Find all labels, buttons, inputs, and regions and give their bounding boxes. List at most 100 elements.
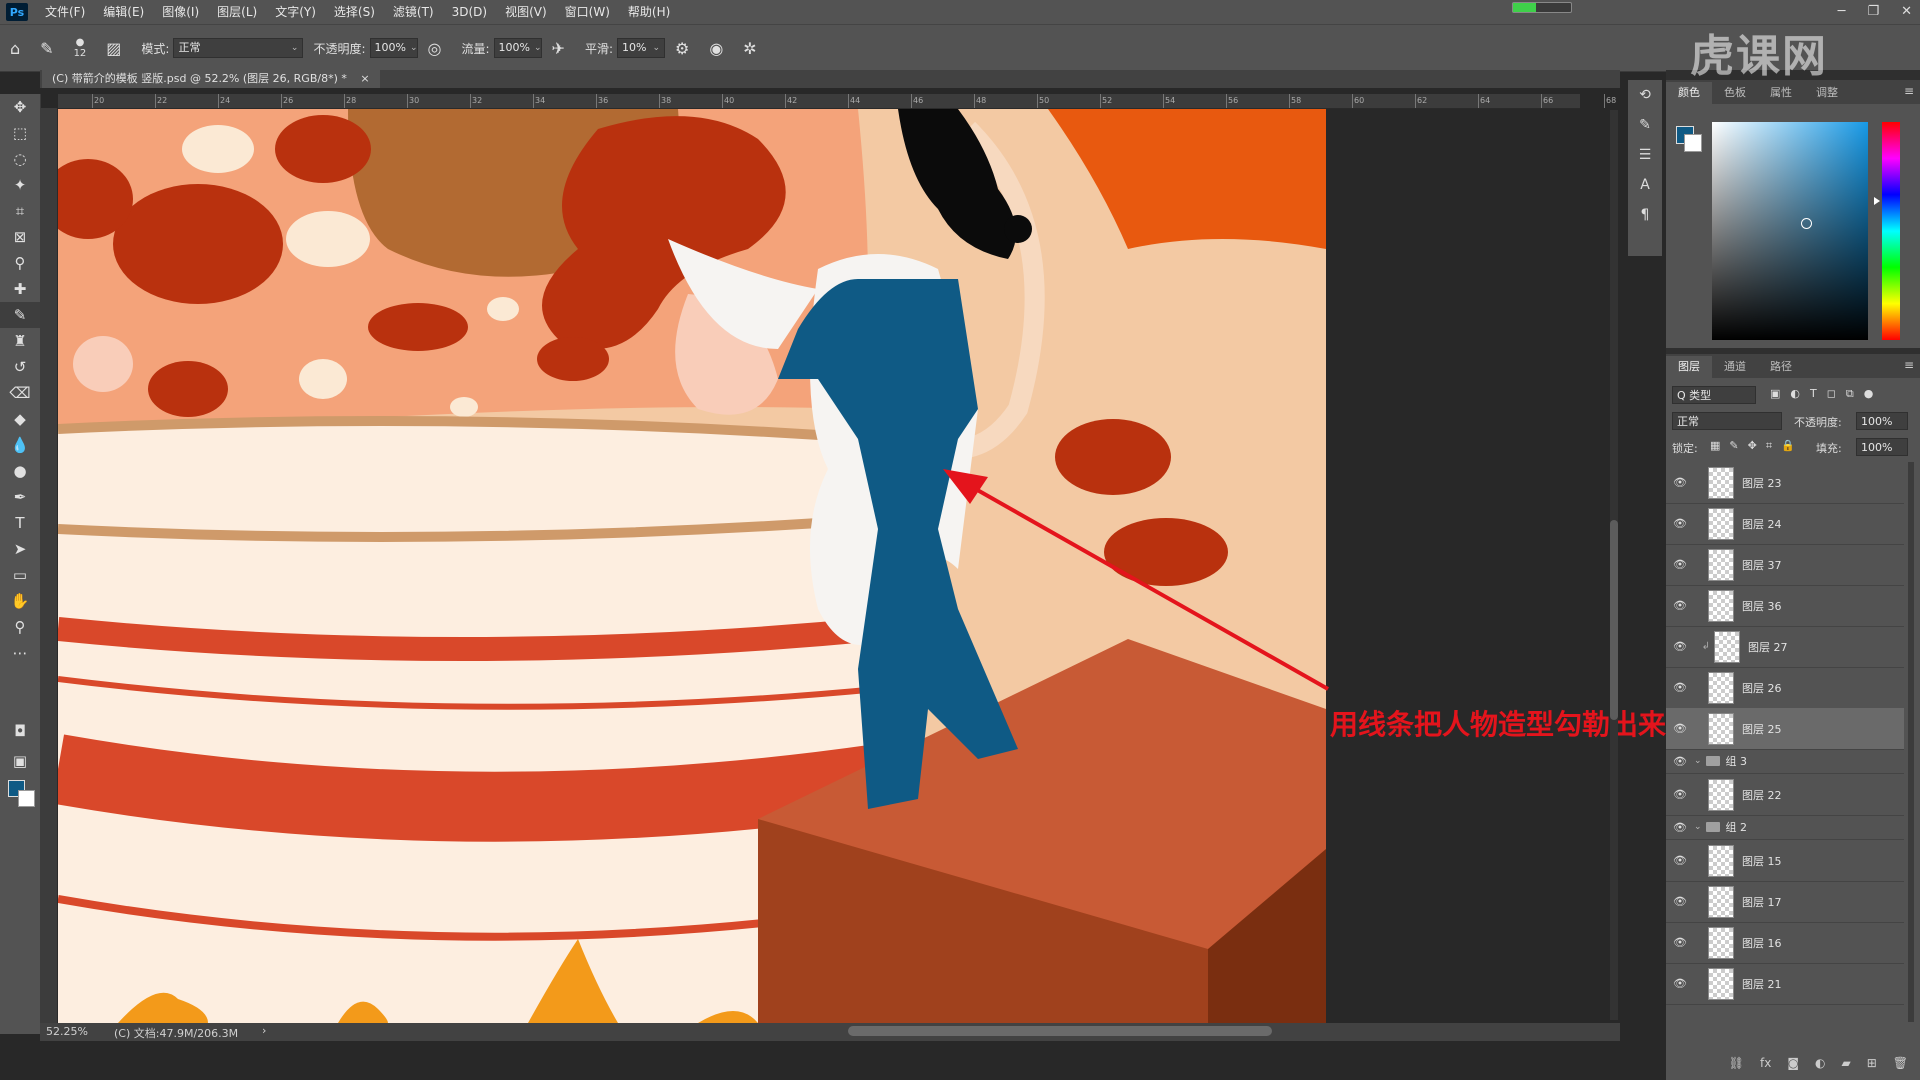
eye-icon[interactable]: 👁 — [1666, 936, 1694, 949]
menu-view[interactable]: 视图(V) — [496, 0, 556, 24]
menu-filter[interactable]: 滤镜(T) — [384, 0, 443, 24]
panel-menu-icon[interactable]: ≡ — [1904, 84, 1914, 98]
gear-icon[interactable]: ⚙ — [675, 39, 689, 58]
new-layer-icon[interactable]: ⊞ — [1867, 1056, 1877, 1070]
new-group-icon[interactable]: ▰ — [1841, 1056, 1850, 1070]
color-swatches[interactable] — [8, 780, 36, 810]
close-icon[interactable]: ✕ — [1901, 0, 1912, 24]
layer-row[interactable]: 👁 图层 37 — [1666, 544, 1904, 586]
opacity-input[interactable]: 100% ⌄ — [369, 38, 418, 58]
layer-row[interactable]: 👁 图层 15 — [1666, 840, 1904, 882]
menu-type[interactable]: 文字(Y) — [266, 0, 325, 24]
tab-properties[interactable]: 属性 — [1758, 82, 1804, 104]
frame-tool-icon[interactable]: ⊠ — [0, 224, 40, 250]
tab-color[interactable]: 颜色 — [1666, 82, 1712, 104]
layer-opacity-input[interactable]: 100% — [1856, 412, 1908, 430]
eye-icon[interactable]: 👁 — [1666, 476, 1694, 489]
eye-icon[interactable]: 👁 — [1666, 517, 1694, 530]
adjustment-layer-icon[interactable]: ◐ — [1815, 1056, 1825, 1070]
lasso-tool-icon[interactable]: ◌ — [0, 146, 40, 172]
lock-position-icon[interactable]: ✥ — [1748, 439, 1757, 453]
filter-smart-object-icon[interactable]: ⧉ — [1846, 387, 1854, 401]
pressure-opacity-icon[interactable]: ◎ — [428, 39, 442, 58]
vertical-scrollbar-thumb[interactable] — [1610, 520, 1618, 720]
eye-icon[interactable]: 👁 — [1666, 788, 1694, 801]
type-tool-icon[interactable]: T — [0, 510, 40, 536]
brush-preset-picker[interactable]: ● 12 — [74, 37, 87, 59]
artwork-canvas[interactable] — [58, 109, 1618, 1023]
tab-channels[interactable]: 通道 — [1712, 356, 1758, 378]
layer-row[interactable]: 👁 图层 22 — [1666, 774, 1904, 816]
layer-row-selected[interactable]: 👁 图层 25 — [1666, 708, 1904, 750]
restore-icon[interactable]: ❐ — [1867, 0, 1879, 24]
blend-mode-select[interactable]: 正常 ⌄ — [173, 38, 304, 58]
canvas-area[interactable] — [58, 109, 1618, 1023]
layer-row[interactable]: 👁 图层 26 — [1666, 667, 1904, 709]
brush-settings-panel-icon[interactable]: ✎ — [1628, 110, 1662, 140]
tab-adjustments[interactable]: 调整 — [1804, 82, 1850, 104]
marquee-tool-icon[interactable]: ⬚ — [0, 120, 40, 146]
paragraph-panel-icon[interactable]: ¶ — [1628, 200, 1662, 230]
layer-row[interactable]: 👁 图层 17 — [1666, 881, 1904, 923]
zoom-tool-icon[interactable]: ⚲ — [0, 614, 40, 640]
chevron-down-icon[interactable]: ⌄ — [1694, 822, 1702, 832]
eye-icon[interactable]: 👁 — [1666, 681, 1694, 694]
filter-adjustment-icon[interactable]: ◐ — [1790, 387, 1800, 401]
eye-icon[interactable]: 👁 — [1666, 640, 1694, 653]
hue-slider[interactable] — [1882, 122, 1900, 340]
menu-window[interactable]: 窗口(W) — [556, 0, 619, 24]
move-tool-icon[interactable]: ✥ — [0, 94, 40, 120]
lock-artboard-icon[interactable]: ⌗ — [1766, 439, 1772, 453]
magic-wand-icon[interactable]: ✦ — [0, 172, 40, 198]
layer-row[interactable]: 👁 ↲ 图层 27 — [1666, 626, 1904, 668]
healing-brush-icon[interactable]: ✚ — [0, 276, 40, 302]
hue-slider-marker[interactable] — [1874, 197, 1880, 205]
fill-input[interactable]: 100% — [1856, 438, 1908, 456]
layer-row[interactable]: 👁 图层 16 — [1666, 922, 1904, 964]
filter-toggle-icon[interactable]: ● — [1864, 387, 1874, 401]
brush-tool-icon[interactable]: ✎ — [0, 302, 40, 328]
quick-mask-icon[interactable]: ◘ — [0, 718, 40, 744]
more-tools-icon[interactable]: ⋯ — [0, 640, 40, 666]
history-panel-icon[interactable]: ⟲ — [1628, 80, 1662, 110]
link-layers-icon[interactable]: ⛓ — [1729, 1056, 1744, 1070]
zoom-level[interactable]: 52.25% — [46, 1025, 88, 1038]
airbrush-icon[interactable]: ✈ — [552, 39, 565, 58]
layer-row[interactable]: 👁 图层 23 — [1666, 462, 1904, 504]
filter-pixel-icon[interactable]: ▣ — [1770, 387, 1780, 401]
menu-layer[interactable]: 图层(L) — [208, 0, 266, 24]
document-info[interactable]: (C) 文档:47.9M/206.3M — [114, 1025, 238, 1041]
adjustments-panel-icon[interactable]: ☰ — [1628, 140, 1662, 170]
screen-mode-icon[interactable]: ▣ — [0, 748, 40, 774]
eyedropper-icon[interactable]: ⚲ — [0, 250, 40, 276]
path-select-icon[interactable]: ➤ — [0, 536, 40, 562]
chevron-down-icon[interactable]: ⌄ — [1694, 756, 1702, 766]
menu-edit[interactable]: 编辑(E) — [94, 0, 153, 24]
trash-icon[interactable]: 🗑 — [1893, 1056, 1908, 1070]
hand-tool-icon[interactable]: ✋ — [0, 588, 40, 614]
color-picker-field[interactable] — [1712, 122, 1868, 340]
layer-row[interactable]: 👁 图层 21 — [1666, 963, 1904, 1005]
lock-all-icon[interactable]: 🔒 — [1781, 439, 1795, 453]
add-mask-icon[interactable]: ◙ — [1787, 1056, 1799, 1070]
background-color[interactable] — [18, 790, 35, 807]
layer-row[interactable]: 👁 图层 24 — [1666, 503, 1904, 545]
minimize-icon[interactable]: ─ — [1838, 0, 1846, 24]
menu-file[interactable]: 文件(F) — [36, 0, 94, 24]
eye-icon[interactable]: 👁 — [1666, 722, 1694, 735]
filter-shape-icon[interactable]: ◻ — [1827, 387, 1836, 401]
lock-pixels-icon[interactable]: ✎ — [1729, 439, 1738, 453]
chevron-right-icon[interactable]: › — [262, 1024, 266, 1037]
shape-tool-icon[interactable]: ▭ — [0, 562, 40, 588]
brush-settings-icon[interactable]: ▨ — [106, 39, 121, 58]
stamp-tool-icon[interactable]: ♜ — [0, 328, 40, 354]
history-brush-icon[interactable]: ↺ — [0, 354, 40, 380]
eye-icon[interactable]: 👁 — [1666, 599, 1694, 612]
eye-icon[interactable]: 👁 — [1666, 558, 1694, 571]
tab-paths[interactable]: 路径 — [1758, 356, 1804, 378]
layer-group-row[interactable]: 👁 ⌄ 组 3 — [1666, 749, 1904, 774]
paint-bucket-icon[interactable]: ◆ — [0, 406, 40, 432]
layer-style-icon[interactable]: fx — [1760, 1056, 1771, 1070]
layer-row[interactable]: 👁 图层 36 — [1666, 585, 1904, 627]
menu-select[interactable]: 选择(S) — [325, 0, 384, 24]
